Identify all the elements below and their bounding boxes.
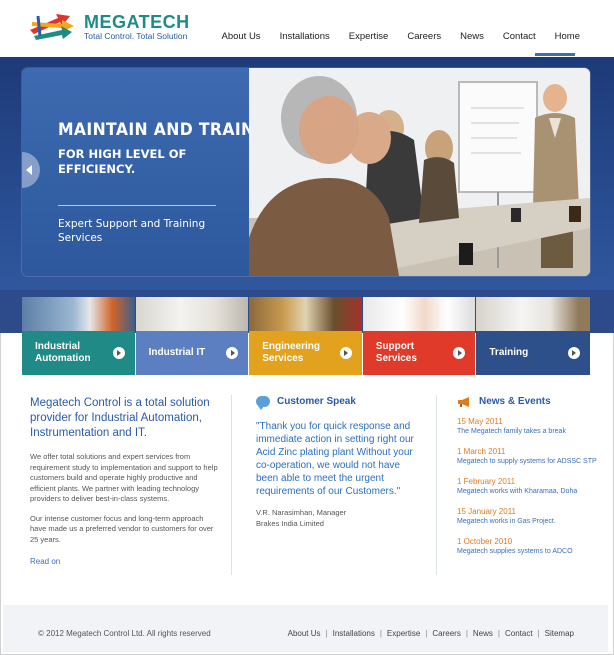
nav-contact[interactable]: Contact <box>503 31 536 42</box>
column-divider <box>436 395 437 575</box>
footer-link-sitemap[interactable]: Sitemap <box>545 629 574 638</box>
separator: | <box>497 629 500 638</box>
nav-installations[interactable]: Installations <box>280 31 330 42</box>
footer-link-careers[interactable]: Careers <box>432 629 460 638</box>
testimonial-author: V.R. Narasimhan, Manager Brakes India Li… <box>256 508 416 529</box>
news-headline: The Megatech family takes a break <box>457 428 566 435</box>
news-headline: Megatech works with Kharamaa, Doha <box>457 488 578 495</box>
tile-training[interactable]: Training <box>476 297 590 375</box>
about-section: Megatech Control is a total solution pro… <box>30 396 220 566</box>
tile-bar: Engineering Services <box>249 331 362 375</box>
tile-industrial-automation[interactable]: Industrial Automation <box>22 297 135 375</box>
news-item[interactable]: 15 January 2011 Megatech works in Gas Pr… <box>457 507 607 527</box>
tile-engineering-services[interactable]: Engineering Services <box>249 297 362 375</box>
nav-news[interactable]: News <box>460 31 484 42</box>
site-header: MEGATECH Total Control. Total Solution A… <box>0 0 614 57</box>
news-date: 1 February 2011 <box>457 477 516 486</box>
footer-link-contact[interactable]: Contact <box>505 629 533 638</box>
footer-link-news[interactable]: News <box>473 629 493 638</box>
tile-label: Industrial IT <box>148 347 206 358</box>
news-headline: Megatech to supply systems for ADSSC STP <box>457 458 597 465</box>
training-image <box>476 297 590 331</box>
arrow-right-icon <box>226 347 239 359</box>
logo-arrows-icon <box>30 14 74 40</box>
nav-careers[interactable]: Careers <box>407 31 441 42</box>
hero-slide: MAINTAIN AND TRAIN. FOR HIGH LEVEL OF EF… <box>22 68 590 276</box>
support-services-image <box>362 297 476 331</box>
footer-link-installations[interactable]: Installations <box>333 629 375 638</box>
tile-bar: Support Services <box>362 331 476 375</box>
hero-heading: MAINTAIN AND TRAIN. <box>58 120 261 140</box>
industrial-it-image <box>135 297 249 331</box>
industrial-automation-image <box>22 297 135 331</box>
about-intro: Megatech Control is a total solution pro… <box>30 397 210 439</box>
nav-expertise[interactable]: Expertise <box>349 31 389 42</box>
hero-photo <box>249 68 590 276</box>
news-events-header: News & Events <box>457 396 607 407</box>
hero-description: Expert Support and Training Services <box>58 218 206 244</box>
separator: | <box>325 629 328 638</box>
footer-link-expertise[interactable]: Expertise <box>387 629 420 638</box>
copyright-text: © 2012 Megatech Control Ltd. All rights … <box>38 629 211 638</box>
tile-support-services[interactable]: Support Services <box>362 297 476 375</box>
tile-bar: Training <box>476 331 590 375</box>
brand-tagline: Total Control. Total Solution <box>84 31 188 41</box>
engineering-services-image <box>249 297 362 331</box>
news-date: 1 October 2010 <box>457 537 513 546</box>
news-item[interactable]: 1 March 2011 Megatech to supply systems … <box>457 447 607 467</box>
megaphone-icon <box>458 396 469 407</box>
customer-speak-section: Customer Speak "Thank you for quick resp… <box>256 396 416 529</box>
speech-bubble-icon <box>256 396 270 410</box>
service-tiles: Industrial Automation Industrial IT Engi… <box>22 297 590 375</box>
tile-label: Industrial Automation <box>35 341 91 364</box>
main-nav: About Us Installations Expertise Careers… <box>202 31 580 42</box>
hero-subheading: FOR HIGH LEVEL OF EFFICIENCY. <box>58 147 187 176</box>
customer-speak-title: Customer Speak <box>277 396 356 407</box>
news-events-title: News & Events <box>479 396 551 407</box>
arrow-right-icon <box>567 347 580 359</box>
nav-active-indicator <box>535 53 575 56</box>
read-on-link[interactable]: Read on <box>30 557 220 566</box>
separator: | <box>465 629 468 638</box>
brand-name: MEGATECH <box>84 12 190 32</box>
logo[interactable]: MEGATECH Total Control. Total Solution <box>28 10 190 44</box>
tile-label: Support Services <box>375 341 417 364</box>
news-date: 1 March 2011 <box>457 447 506 456</box>
tile-industrial-it[interactable]: Industrial IT <box>135 297 249 375</box>
arrow-right-icon <box>112 347 125 359</box>
tile-label: Training <box>489 347 529 358</box>
hero-divider <box>58 205 216 206</box>
news-item[interactable]: 1 October 2010 Megatech supplies systems… <box>457 537 607 557</box>
news-headline: Megatech supplies systems to ADCO <box>457 548 573 555</box>
news-date: 15 May 2011 <box>457 417 503 426</box>
author-company: Brakes India Limited <box>256 518 324 528</box>
news-headline: Megatech works in Gas Project. <box>457 518 556 525</box>
column-divider <box>231 395 232 575</box>
chevron-left-icon <box>26 165 32 175</box>
separator: | <box>379 629 382 638</box>
nav-about-us[interactable]: About Us <box>221 31 260 42</box>
about-paragraph: We offer total solutions and expert serv… <box>30 452 218 503</box>
news-events-section: News & Events 15 May 2011 The Megatech f… <box>457 396 607 557</box>
separator: | <box>537 629 540 638</box>
tile-bar: Industrial IT <box>135 331 249 375</box>
hero-text-panel: MAINTAIN AND TRAIN. FOR HIGH LEVEL OF EF… <box>22 68 260 276</box>
news-item[interactable]: 15 May 2011 The Megatech family takes a … <box>457 417 607 437</box>
tile-bar: Industrial Automation <box>22 331 135 375</box>
news-date: 15 January 2011 <box>457 507 517 516</box>
arrow-right-icon <box>339 347 352 359</box>
site-footer: © 2012 Megatech Control Ltd. All rights … <box>3 605 608 652</box>
separator: | <box>425 629 428 638</box>
author-name: V.R. Narasimhan, Manager <box>256 508 347 517</box>
footer-link-about-us[interactable]: About Us <box>288 629 321 638</box>
nav-home[interactable]: Home <box>555 31 580 42</box>
tile-label: Engineering Services <box>262 341 320 364</box>
customer-speak-header: Customer Speak <box>256 396 416 410</box>
training-scene-image <box>249 68 590 276</box>
arrow-right-icon <box>453 347 466 359</box>
testimonial-quote: "Thank you for quick response and immedi… <box>256 421 414 497</box>
news-item[interactable]: 1 February 2011 Megatech works with Khar… <box>457 477 607 497</box>
footer-links: About Us | Installations | Expertise | Care… <box>288 629 574 638</box>
about-paragraph: Our intense customer focus and long-term… <box>30 513 214 544</box>
